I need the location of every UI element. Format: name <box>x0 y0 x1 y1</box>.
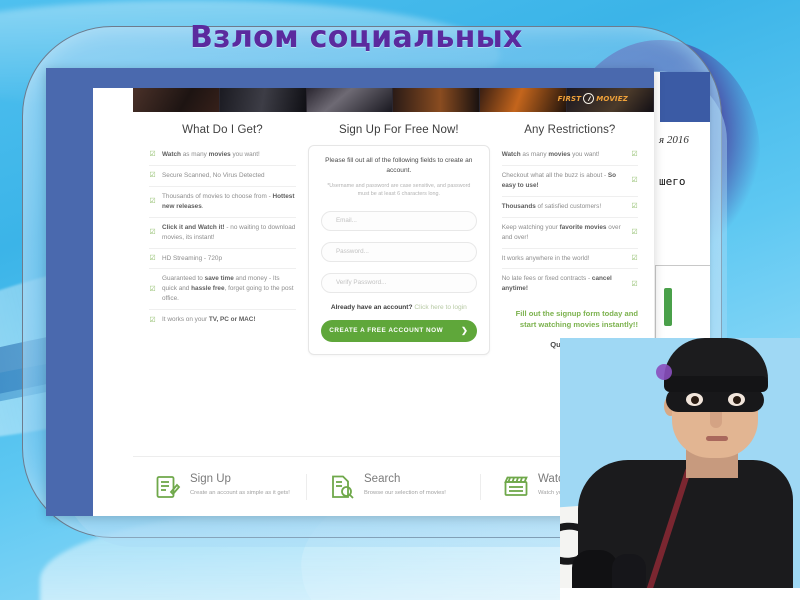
check-icon: ☑ <box>631 151 638 159</box>
feature-search-text: Search Browse our selection of movies! <box>364 472 446 498</box>
create-account-label: CREATE A FREE ACCOUNT NOW <box>329 327 444 335</box>
movie-collage-banner: FIRST MOVIEZ <box>133 88 654 112</box>
check-icon: ☑ <box>149 229 156 237</box>
signup-document-pencil-icon <box>155 474 181 500</box>
burglar-right-pupil <box>733 396 741 404</box>
list-item-label: Secure Scanned, No Virus Detected <box>162 171 265 179</box>
feature-signup-text: Sign Up Create an account as simple as i… <box>190 472 290 498</box>
burglar-left-pupil <box>691 396 699 404</box>
list-item-label: Checkout what all the buzz is about - So… <box>501 171 617 189</box>
check-icon: ☑ <box>631 177 638 185</box>
list-item-label: Guaranteed to save time and money - Its … <box>162 275 294 303</box>
feature-search[interactable]: Search Browse our selection of movies! <box>307 472 481 500</box>
list-item: ☑ Click it and Watch it! - no waiting to… <box>149 218 296 249</box>
list-item: No late fees or fixed contracts - cancel… <box>502 269 638 299</box>
restrictions-heading: Any Restrictions? <box>524 124 616 136</box>
login-link[interactable]: Click here to login <box>414 304 466 311</box>
site-logo-text-left: FIRST <box>557 94 582 103</box>
list-item-label: Keep watching your favorite movies over … <box>501 223 621 241</box>
photo-bottom-edge <box>560 588 800 600</box>
burglar-beanie-brim <box>664 376 768 392</box>
list-item: ☑ Thousands of movies to choose from - H… <box>149 187 296 218</box>
background-document-word: шего <box>659 175 686 188</box>
presentation-slide: Взлом социальных я 2016 шего FIRST MOVIE… <box>0 0 800 600</box>
signup-lead-text: Please fill out all of the following fie… <box>325 157 473 174</box>
list-item: Keep watching your favorite movies over … <box>501 218 638 249</box>
restrictions-list: Watch as many movies you want! ☑ Checkou… <box>501 145 638 299</box>
feature-signup-desc: Create an account as simple as it gets! <box>190 490 290 496</box>
burglar-nose <box>710 410 722 428</box>
existing-account-label: Already have an account? <box>330 303 413 311</box>
signup-column: Sign Up For Free Now! Please fill out al… <box>304 124 494 450</box>
feature-search-title: Search <box>364 472 401 485</box>
list-item: Watch as many movies you want! ☑ <box>501 145 638 166</box>
list-item: It works anywhere in the world! ☑ <box>501 249 638 270</box>
watch-clapperboard-icon <box>503 474 529 500</box>
page-title: Взлом социальных <box>190 20 523 55</box>
benefits-column: What Do I Get? ☑ Watch as many movies yo… <box>141 124 304 450</box>
list-item-label: HD Streaming - 720p <box>162 254 223 262</box>
list-item-label: It works anywhere in the world! <box>501 254 590 262</box>
check-icon: ☑ <box>149 316 156 324</box>
background-document-header-block <box>660 72 710 122</box>
benefits-list: ☑ Watch as many movies you want! ☑ Secur… <box>149 145 296 330</box>
list-item-label: Watch as many movies you want! <box>501 151 600 158</box>
existing-account-row: Already have an account? Click here to l… <box>321 304 477 311</box>
list-item: Checkout what all the buzz is about - So… <box>501 166 638 197</box>
password-field[interactable] <box>320 241 477 262</box>
list-item-label: It works on your TV, PC or MAC! <box>162 316 256 324</box>
check-icon: ☑ <box>631 254 638 262</box>
list-item: ☑ Secure Scanned, No Virus Detected <box>149 166 296 187</box>
chevron-right-icon: ❯ <box>461 326 469 336</box>
promo-text: Fill out the signup form today and start… <box>515 309 638 330</box>
check-icon: ☑ <box>631 229 638 237</box>
create-account-button[interactable]: CREATE A FREE ACCOUNT NOW ❯ <box>320 319 477 342</box>
feature-signup[interactable]: Sign Up Create an account as simple as i… <box>133 472 307 500</box>
list-item: ☑ HD Streaming - 720p <box>149 249 296 270</box>
burglar-purple-highlight <box>656 364 672 380</box>
collage-thumb <box>480 88 568 112</box>
list-item-label: Watch as many movies you want! <box>162 151 260 158</box>
verify-password-field[interactable] <box>320 272 477 293</box>
signup-form: Please fill out all of the following fie… <box>307 145 490 355</box>
speedometer-icon <box>583 93 595 104</box>
email-field[interactable] <box>320 210 477 231</box>
collage-thumb <box>133 88 220 112</box>
check-icon: ☑ <box>149 285 156 293</box>
background-document-date: я 2016 <box>659 134 689 146</box>
check-icon: ☑ <box>149 254 156 262</box>
collage-thumb <box>306 88 394 112</box>
benefits-heading: What Do I Get? <box>182 124 263 136</box>
search-document-magnifier-icon <box>329 474 355 500</box>
list-item: ☑ It works on your TV, PC or MAC! <box>149 310 296 330</box>
list-item-label: No late fees or fixed contracts - cancel… <box>501 275 612 293</box>
collage-thumb <box>393 88 481 112</box>
list-item: Thousands of satisfied customers! ☑ <box>501 197 638 218</box>
list-item-label: Thousands of movies to choose from - Hot… <box>162 192 295 210</box>
feature-search-desc: Browse our selection of movies! <box>364 490 446 496</box>
check-icon: ☑ <box>149 172 156 180</box>
list-item-label: Click it and Watch it! - no waiting to d… <box>162 223 296 241</box>
collage-thumb <box>219 88 307 112</box>
list-item: ☑ Guaranteed to save time and money - It… <box>149 269 296 311</box>
list-item: ☑ Watch as many movies you want! <box>149 145 296 166</box>
check-icon: ☑ <box>149 151 156 159</box>
site-logo[interactable]: FIRST MOVIEZ <box>558 93 628 104</box>
background-chart-bar-green <box>664 288 672 326</box>
signup-heading: Sign Up For Free Now! <box>338 124 459 136</box>
check-icon: ☑ <box>631 203 638 211</box>
signup-note-text: *Username and password are case sensitiv… <box>327 182 471 198</box>
site-logo-text-right: MOVIEZ <box>596 94 628 103</box>
list-item-label: Thousands of satisfied customers! <box>501 202 602 210</box>
burglar-mouth <box>706 436 728 441</box>
burglar-photo <box>560 338 800 600</box>
feature-signup-title: Sign Up <box>190 472 231 485</box>
check-icon: ☑ <box>631 280 638 288</box>
check-icon: ☑ <box>149 198 156 206</box>
